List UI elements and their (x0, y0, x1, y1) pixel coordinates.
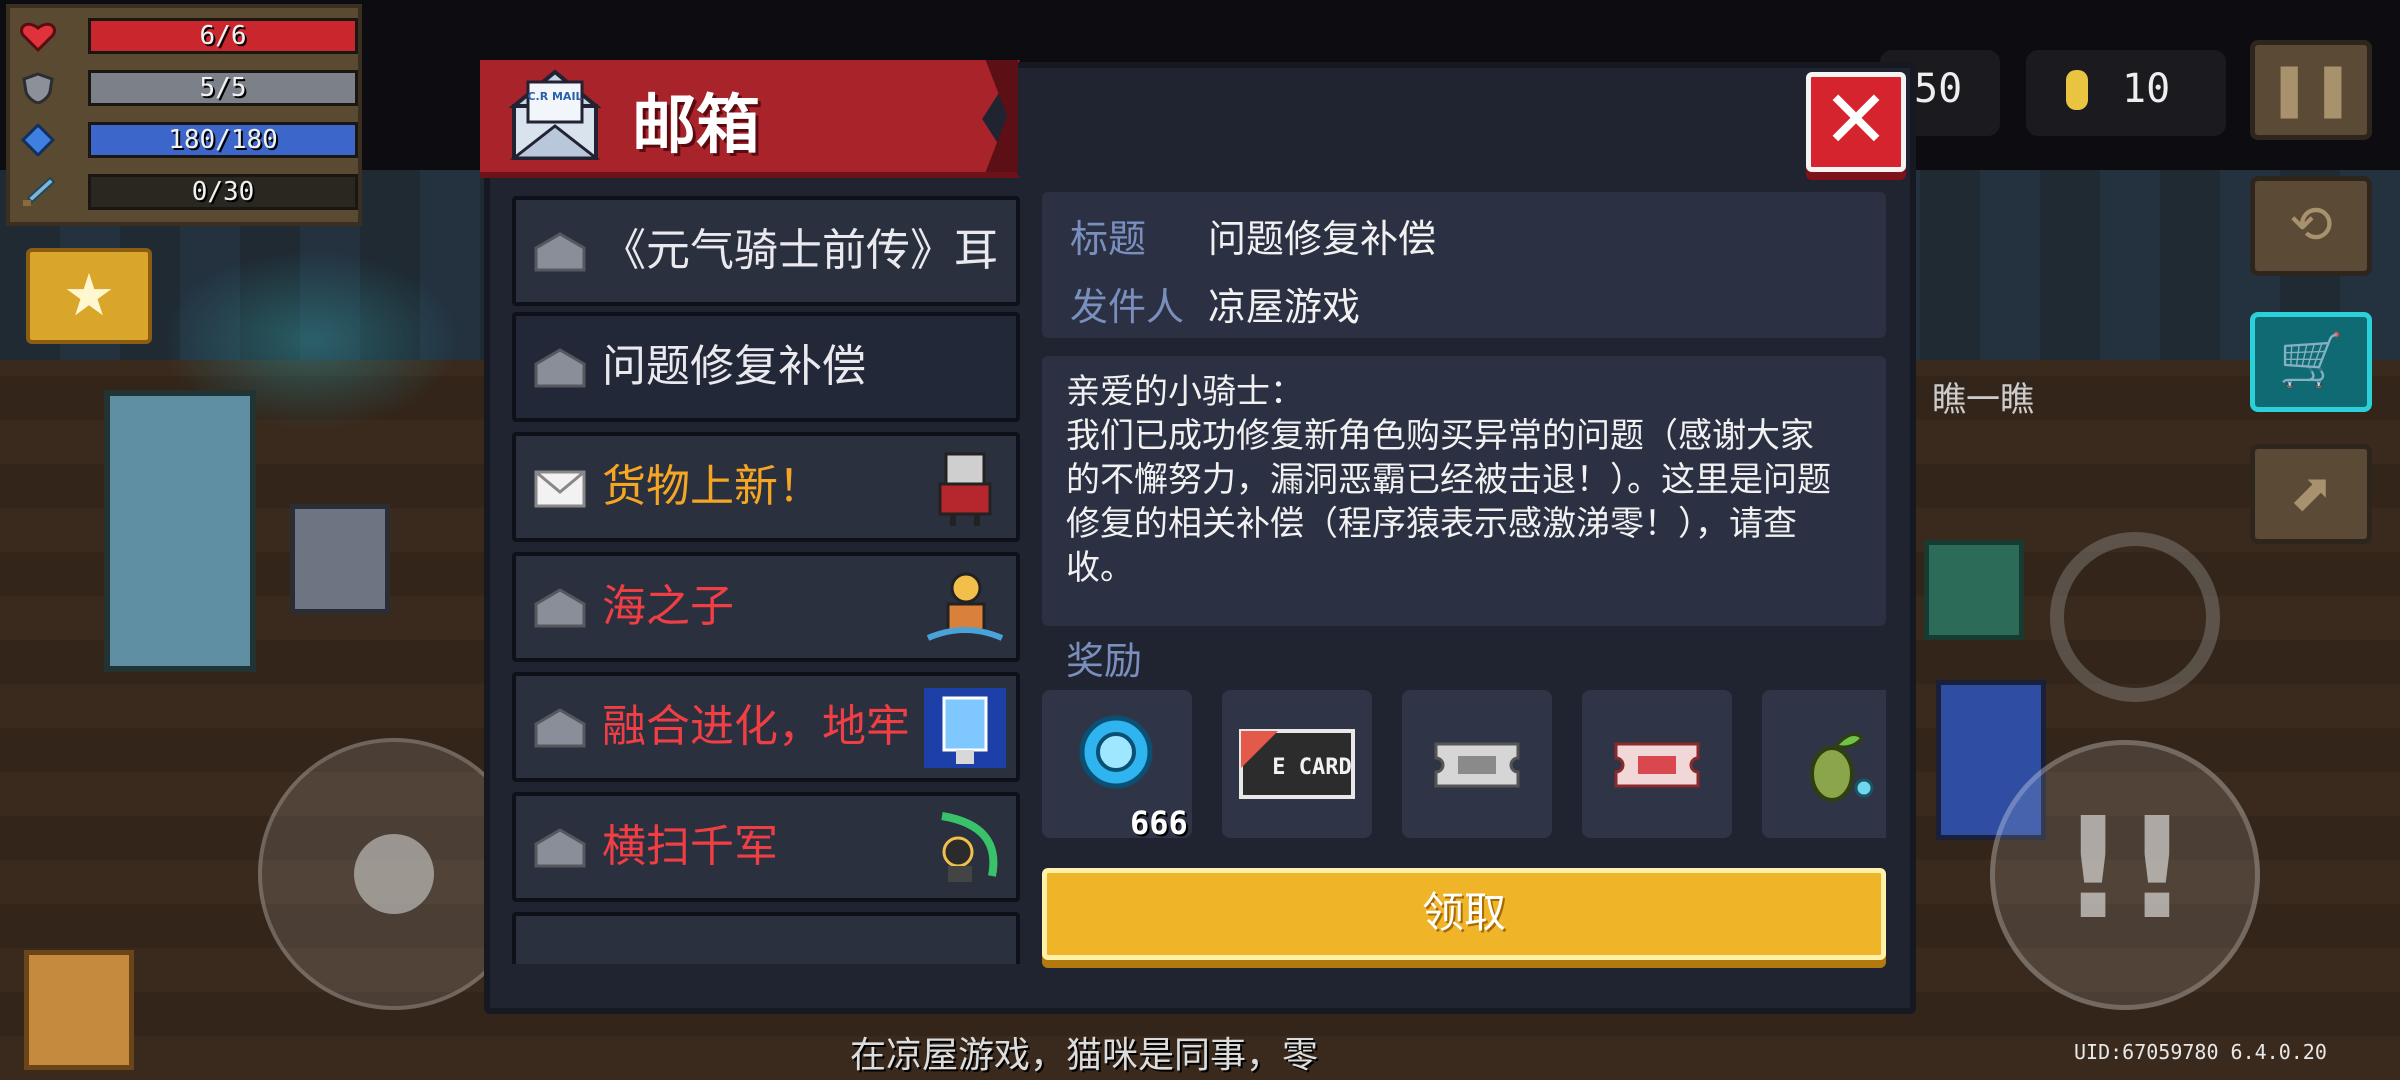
claim-button[interactable]: 领取 (1042, 868, 1886, 960)
fusion-evolution-icon (924, 688, 1006, 768)
energy-stat: 180/180 (20, 120, 358, 160)
mailbox-title: 邮箱 (632, 89, 760, 163)
mail-item-partial[interactable] (512, 912, 1020, 964)
health-stat: 6/6 (20, 16, 358, 56)
ticket-gray-icon (1434, 742, 1520, 788)
stairs-icon: ⬈ (2289, 463, 2333, 523)
skill-value: 0/30 (191, 177, 255, 207)
attack-button[interactable]: !! (1990, 740, 2260, 1010)
coin-counter: 10 (2026, 50, 2226, 136)
mail-item-label: 问题修复补偿 (602, 341, 866, 392)
background-subtitle: 在凉屋游戏，猫咪是同事，零 (850, 1035, 1319, 1076)
unread-envelope-icon (534, 470, 586, 508)
close-button[interactable]: ✕ (1806, 72, 1906, 172)
mail-item[interactable]: 融合进化，地牢 (512, 672, 1020, 782)
mail-item-label: 横扫千军 (602, 821, 778, 872)
reward-quantity: 666 (1130, 804, 1188, 842)
gem-count: 50 (1914, 66, 1963, 112)
open-envelope-icon (534, 708, 586, 748)
background-dog (24, 950, 134, 1070)
uid-label: UID:67059780 6.4.0.20 (2074, 1040, 2327, 1064)
armor-stat: 5/5 (20, 68, 358, 108)
reward-list[interactable]: 666 E CARD (1042, 690, 1886, 842)
mail-body-text: 亲爱的小骑士： 我们已成功修复新角色购买异常的问题（感谢大家的不懈努力，漏洞恶霸… (1066, 372, 1831, 588)
mail-item-selected[interactable]: 问题修复补偿 (512, 312, 1020, 422)
mail-item-label: 海之子 (602, 581, 734, 632)
mail-item-label: 《元气骑士前传》耳 (602, 225, 998, 276)
star-button[interactable]: ★ (26, 248, 152, 344)
mail-list[interactable]: 《元气骑士前传》耳 问题修复补偿 货物上新！ 海之子 融合进化，地牢 横扫千军 (502, 186, 1022, 964)
exclamation-icon: !! (2061, 788, 2189, 951)
pause-icon: ❚❚ (2267, 59, 2355, 119)
reward-item[interactable] (1402, 690, 1552, 838)
shield-icon (22, 72, 54, 104)
armor-value: 5/5 (199, 73, 247, 103)
close-icon: ✕ (1822, 73, 1890, 166)
reward-item[interactable] (1582, 690, 1732, 838)
background-chest (290, 504, 390, 614)
background-character (104, 390, 256, 672)
sword-icon (23, 176, 56, 206)
pause-button[interactable]: ❚❚ (2250, 40, 2372, 140)
health-value: 6/6 (199, 21, 247, 51)
card-label: E CARD (1272, 755, 1351, 780)
armor-bar: 5/5 (88, 70, 358, 106)
sweep-warrior-icon (941, 812, 998, 882)
ticket-red-icon (1614, 742, 1700, 788)
sender-value: 凉屋游戏 (1208, 285, 1361, 329)
background-sign-text: 瞧一瞧 (1932, 380, 2034, 420)
open-envelope-icon (534, 588, 586, 628)
coin-count: 10 (2122, 66, 2171, 112)
health-bar: 6/6 (88, 18, 358, 54)
energy-bar: 180/180 (88, 122, 358, 158)
title-value: 问题修复补偿 (1208, 217, 1437, 261)
heart-icon (20, 22, 56, 52)
mail-item[interactable]: 《元气骑士前传》耳 (512, 196, 1020, 306)
seed-plant-icon (1810, 732, 1874, 802)
mail-item[interactable]: 海之子 (512, 552, 1020, 662)
open-envelope-icon (534, 232, 586, 272)
shop-button[interactable]: 🛒 (2250, 312, 2372, 412)
card-icon: E CARD (1239, 729, 1355, 799)
skill-bar: 0/30 (88, 174, 358, 210)
gem-coin-icon (1079, 715, 1153, 789)
mail-item[interactable]: 横扫千军 (512, 792, 1020, 902)
background-box (1924, 540, 2024, 640)
mail-envelope-icon: C.R MAIL (508, 69, 602, 160)
mail-item-label: 货物上新！ (602, 461, 822, 512)
swap-icon: ⟲ (2289, 195, 2333, 255)
star-icon: ★ (63, 261, 115, 329)
mail-icon-text: C.R MAIL (527, 90, 582, 103)
energy-value: 180/180 (168, 125, 278, 155)
mail-item[interactable]: 货物上新！ (512, 432, 1020, 542)
sender-key: 发件人 (1070, 285, 1185, 329)
coin-icon (2066, 70, 2088, 110)
joystick-knob[interactable] (354, 834, 434, 914)
title-key: 标题 (1070, 217, 1147, 261)
skill-stat: 0/30 (20, 172, 358, 212)
mail-body-panel: 亲爱的小骑士： 我们已成功修复新角色购买异常的问题（感谢大家的不懈努力，漏洞恶霸… (1042, 356, 1886, 626)
open-envelope-icon (534, 348, 586, 388)
open-envelope-icon (534, 828, 586, 868)
reward-item[interactable]: 666 (1042, 690, 1192, 842)
energy-crystal-icon (20, 124, 56, 156)
cat-merchant-icon (938, 452, 992, 526)
cart-icon: 🛒 (2278, 331, 2344, 391)
player-stats-panel: 6/6 5/5 180/180 0/30 (6, 4, 362, 226)
reward-item[interactable]: E CARD (1222, 690, 1372, 838)
mail-item-label: 融合进化，地牢 (602, 701, 910, 752)
weapon-slot-ring[interactable] (2050, 532, 2220, 702)
emote-button[interactable]: ⬈ (2250, 444, 2372, 544)
sea-child-icon (926, 572, 1004, 641)
swap-weapon-button[interactable]: ⟲ (2250, 176, 2372, 276)
reward-label: 奖励 (1066, 639, 1143, 683)
mail-info-panel: 标题 问题修复补偿 发件人 凉屋游戏 (1042, 192, 1886, 338)
reward-item[interactable] (1762, 690, 1886, 838)
